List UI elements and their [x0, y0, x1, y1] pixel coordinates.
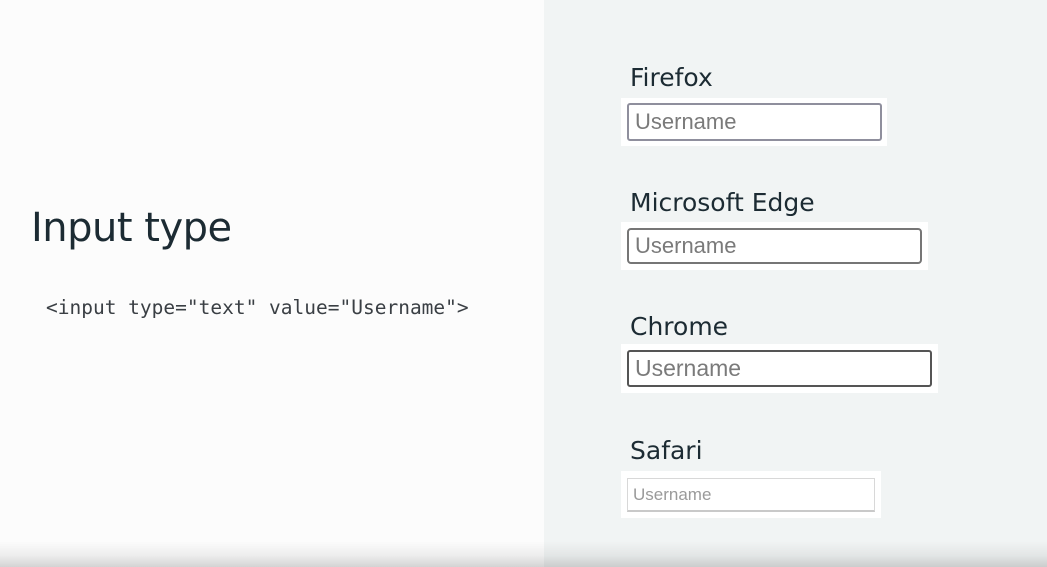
edge-username-input[interactable] — [627, 228, 922, 264]
slide-title: Input type — [31, 205, 232, 251]
browser-label-firefox: Firefox — [630, 63, 713, 92]
chrome-username-input[interactable] — [627, 350, 932, 387]
code-snippet: <input type="text" value="Username"> — [46, 296, 469, 319]
left-panel — [0, 0, 544, 567]
safari-username-input[interactable] — [627, 478, 875, 512]
browser-label-edge: Microsoft Edge — [630, 188, 815, 217]
firefox-username-input[interactable] — [627, 103, 882, 141]
browser-label-chrome: Chrome — [630, 312, 729, 341]
browser-label-safari: Safari — [630, 436, 703, 465]
